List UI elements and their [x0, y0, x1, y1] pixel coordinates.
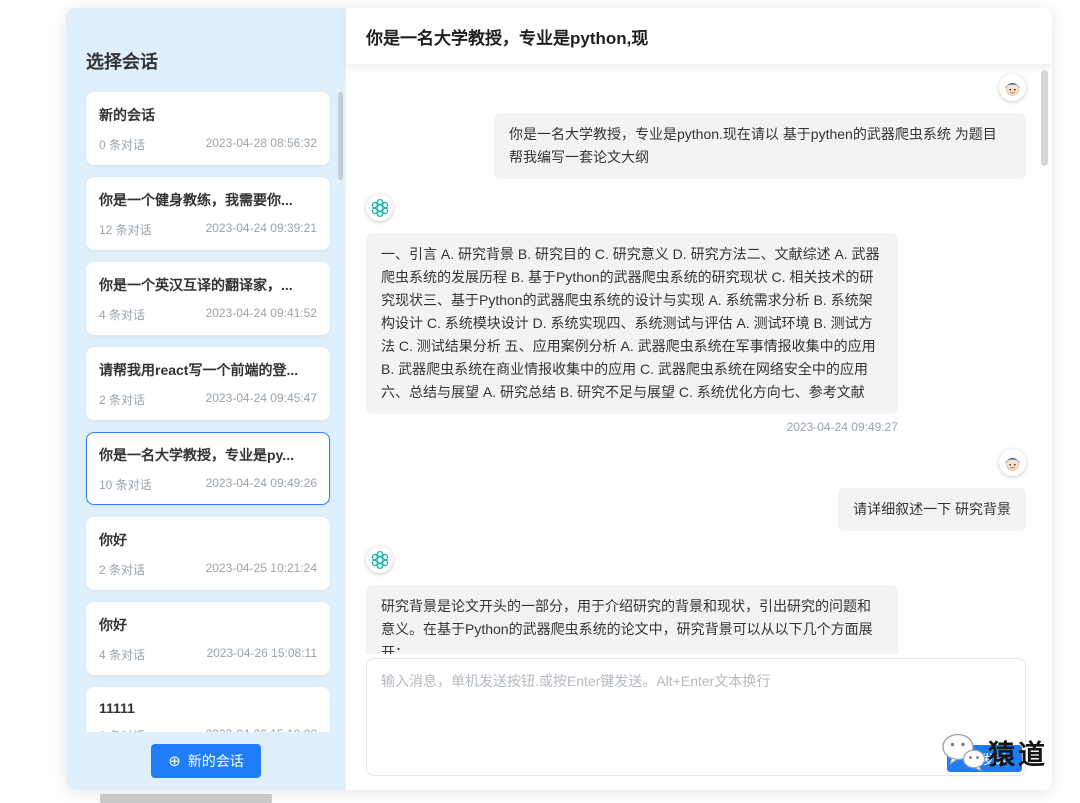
- message-user: 你是一名大学教授，专业是python.现在请以 基于pythen的武器爬虫系统 …: [366, 74, 1026, 179]
- conversation-count: 2 条对话: [99, 561, 145, 578]
- assistant-avatar: [366, 546, 393, 573]
- conversation-title: 你是一个健身教练，我需要你...: [99, 190, 317, 210]
- conversation-count: 4 条对话: [99, 306, 145, 323]
- horizontal-scrollbar-artifact[interactable]: [100, 794, 272, 803]
- message-input[interactable]: [379, 669, 1013, 739]
- conversation-time: 2023-04-24 09:41:52: [206, 306, 317, 323]
- user-avatar: [999, 449, 1026, 476]
- plus-circle-icon: ⊕: [168, 754, 181, 769]
- conversation-count: 4 条对话: [99, 646, 145, 663]
- message-bubble: 研究背景是论文开头的一部分，用于介绍研究的背景和现状，引出研究的问题和意义。在基…: [366, 585, 898, 654]
- conversation-count: 0 条对话: [99, 136, 145, 153]
- new-conversation-button[interactable]: ⊕ 新的会话: [151, 744, 261, 778]
- wechat-logo-icon: [940, 731, 986, 773]
- message-user: 请详细叙述一下 研究背景: [366, 449, 1026, 531]
- person-cartoon-icon: [1002, 77, 1023, 98]
- sidebar-scrollbar-thumb[interactable]: [338, 92, 343, 180]
- openai-logo-icon: [370, 550, 390, 570]
- conversation-title: 你是一名大学教授，专业是py...: [99, 445, 317, 465]
- conversation-card[interactable]: 新的会话 0 条对话 2023-04-28 08:56:32: [86, 92, 330, 165]
- watermark: 猿道: [940, 731, 1048, 773]
- user-avatar: [999, 74, 1026, 101]
- sidebar-title: 选择会话: [86, 48, 326, 74]
- message-assistant: 研究背景是论文开头的一部分，用于介绍研究的背景和现状，引出研究的问题和意义。在基…: [366, 546, 1026, 654]
- sidebar-footer: ⊕ 新的会话: [66, 732, 346, 790]
- assistant-avatar: [366, 194, 393, 221]
- chat-panel: 你是一名大学教授，专业是python,现 你是一名大学教授，专业是python.…: [346, 8, 1052, 790]
- chat-header: 你是一名大学教授，专业是python,现: [346, 8, 1052, 64]
- watermark-text: 猿道: [988, 733, 1048, 772]
- conversation-time: 2023-04-28 08:56:32: [206, 136, 317, 153]
- conversation-title: 新的会话: [99, 105, 317, 125]
- conversation-time: 2023-04-24 09:45:47: [206, 391, 317, 408]
- conversation-time: 2023-04-25 10:21:24: [206, 561, 317, 578]
- message-bubble: 你是一名大学教授，专业是python.现在请以 基于pythen的武器爬虫系统 …: [494, 113, 1026, 179]
- message-assistant: 一、引言 A. 研究背景 B. 研究目的 C. 研究意义 D. 研究方法二、文献…: [366, 194, 1026, 434]
- message-bubble: 请详细叙述一下 研究背景: [838, 488, 1026, 531]
- chat-scrollbar-thumb[interactable]: [1041, 70, 1048, 166]
- input-area: 发送: [366, 658, 1026, 776]
- conversation-count: 2 条对话: [99, 391, 145, 408]
- conversation-card[interactable]: 你好 4 条对话 2023-04-26 15:08:11: [86, 602, 330, 675]
- conversation-title: 11111: [99, 700, 317, 716]
- conversation-time: 2023-04-26 15:10:22: [206, 727, 317, 732]
- new-conversation-label: 新的会话: [188, 751, 244, 771]
- chat-title: 你是一名大学教授，专业是python,现: [366, 24, 648, 49]
- conversation-count: 8 条对话: [99, 727, 145, 732]
- chat-message-list: 你是一名大学教授，专业是python.现在请以 基于pythen的武器爬虫系统 …: [346, 64, 1052, 654]
- conversation-title: 你好: [99, 615, 317, 635]
- openai-logo-icon: [370, 198, 390, 218]
- sidebar: 选择会话 新的会话 0 条对话 2023-04-28 08:56:32 你是一个…: [66, 8, 346, 790]
- conversation-card[interactable]: 你好 2 条对话 2023-04-25 10:21:24: [86, 517, 330, 590]
- app-window: 选择会话 新的会话 0 条对话 2023-04-28 08:56:32 你是一个…: [66, 8, 1052, 790]
- person-cartoon-icon: [1002, 452, 1023, 473]
- conversation-count: 12 条对话: [99, 221, 152, 238]
- message-bubble: 一、引言 A. 研究背景 B. 研究目的 C. 研究意义 D. 研究方法二、文献…: [366, 233, 898, 414]
- conversation-title: 请帮我用react写一个前端的登...: [99, 360, 317, 380]
- conversation-title: 你是一个英汉互译的翻译家，...: [99, 275, 317, 295]
- conversation-card-selected[interactable]: 你是一名大学教授，专业是py... 10 条对话 2023-04-24 09:4…: [86, 432, 330, 505]
- conversation-time: 2023-04-26 15:08:11: [206, 646, 317, 663]
- conversation-card[interactable]: 你是一个英汉互译的翻译家，... 4 条对话 2023-04-24 09:41:…: [86, 262, 330, 335]
- conversation-card[interactable]: 请帮我用react写一个前端的登... 2 条对话 2023-04-24 09:…: [86, 347, 330, 420]
- conversation-time: 2023-04-24 09:39:21: [206, 221, 317, 238]
- conversation-card[interactable]: 你是一个健身教练，我需要你... 12 条对话 2023-04-24 09:39…: [86, 177, 330, 250]
- conversation-title: 你好: [99, 530, 317, 550]
- message-timestamp: 2023-04-24 09:49:27: [366, 420, 898, 434]
- conversation-card[interactable]: 11111 8 条对话 2023-04-26 15:10:22: [86, 687, 330, 732]
- conversation-count: 10 条对话: [99, 476, 152, 493]
- conversation-time: 2023-04-24 09:49:26: [206, 476, 317, 493]
- conversation-list: 新的会话 0 条对话 2023-04-28 08:56:32 你是一个健身教练，…: [66, 90, 346, 732]
